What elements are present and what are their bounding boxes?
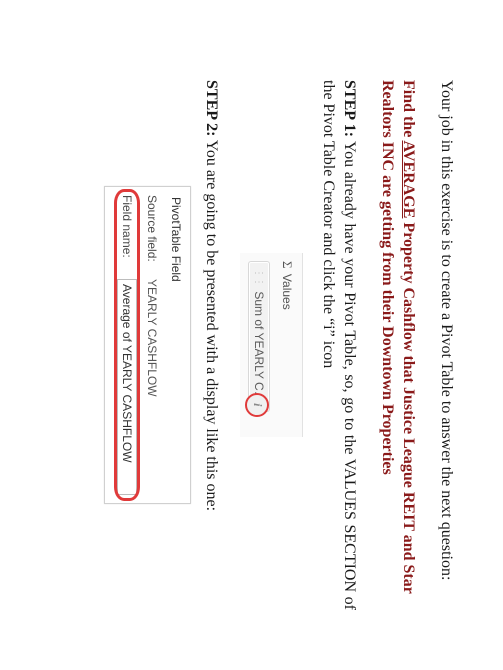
value-field-pill[interactable]: ⋮⋮ Sum of YEARLY C… i (248, 261, 270, 412)
dialog-title: PivotTable Field (168, 195, 184, 495)
dialog-cutoff (105, 195, 111, 495)
field-name-row: Field name: (117, 195, 137, 495)
values-section-screenshot: Σ Values ⋮⋮ Sum of YEARLY C… i (240, 253, 303, 437)
drag-handle-icon: ⋮⋮ (252, 268, 266, 286)
pivottable-field-dialog: PivotTable Field Source field: YEARLY CA… (104, 186, 190, 504)
source-field-row: Source field: YEARLY CASHFLOW (143, 195, 159, 495)
exercise-question: Find the AVERAGE Property Cashflow that … (376, 80, 419, 610)
figure-2-container: PivotTable Field Source field: YEARLY CA… (99, 80, 191, 610)
info-icon[interactable]: i (245, 393, 269, 417)
figure-1-container: Σ Values ⋮⋮ Sum of YEARLY C… i (240, 80, 303, 610)
values-header: Σ Values (278, 261, 296, 431)
value-field-pill-label: Sum of YEARLY C… (252, 291, 266, 402)
sigma-icon: Σ (280, 261, 295, 269)
step-1-paragraph: STEP 1: You already have your Pivot Tabl… (317, 80, 360, 610)
field-name-input[interactable] (117, 279, 137, 495)
step-1-text: You already have your Pivot Table, so, g… (320, 80, 359, 610)
document-page: Your job in this exercise is to create a… (0, 0, 503, 670)
question-prefix: Find the (400, 80, 417, 140)
field-name-label: Field name: (119, 195, 135, 273)
question-average-word: AVERAGE (400, 140, 417, 218)
source-field-value: YEARLY CASHFLOW (143, 279, 159, 397)
intro-paragraph: Your job in this exercise is to create a… (435, 80, 457, 610)
step-2-text: You are going to be presented with a dis… (203, 136, 220, 511)
step-2-label: STEP 2: (203, 80, 220, 136)
step-2-paragraph: STEP 2: You are going to be presented wi… (201, 80, 223, 610)
step-1-label: STEP 1: (341, 80, 358, 137)
values-header-text: Values (280, 274, 294, 310)
source-field-label: Source field: (143, 195, 159, 273)
